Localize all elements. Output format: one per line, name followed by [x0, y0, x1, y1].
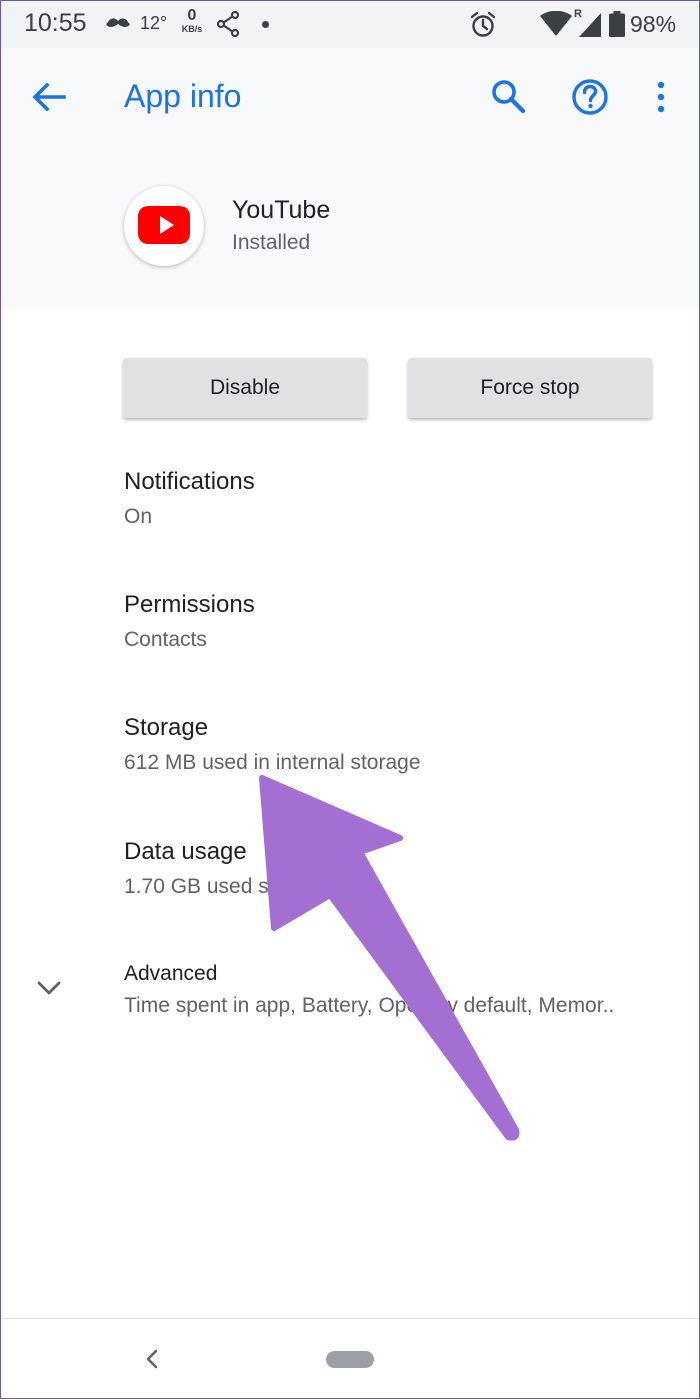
data-usage-title: Data usage: [124, 838, 247, 865]
app-install-status: Installed: [232, 231, 311, 254]
wifi-icon: [540, 11, 572, 36]
storage-setting[interactable]: Storage 612 MB used in internal storage: [124, 714, 684, 775]
notifications-setting[interactable]: Notifications On: [124, 468, 684, 529]
permissions-subtitle: Contacts: [124, 628, 207, 651]
status-time: 10:55: [24, 9, 87, 37]
storage-subtitle: 612 MB used in internal storage: [124, 751, 421, 774]
force-stop-button[interactable]: Force stop: [408, 358, 652, 418]
page-title: App info: [124, 78, 242, 114]
notifications-title: Notifications: [124, 468, 255, 495]
advanced-subtitle: Time spent in app, Battery, Open by defa…: [124, 994, 615, 1017]
advanced-setting[interactable]: Advanced Time spent in app, Battery, Ope…: [124, 962, 684, 1018]
disable-button[interactable]: Disable: [123, 358, 367, 418]
network-speed-value: 0: [187, 7, 197, 24]
nav-back-icon[interactable]: [143, 1347, 161, 1371]
nav-home-pill[interactable]: [326, 1351, 374, 1368]
back-arrow-icon[interactable]: [30, 80, 68, 114]
status-bar: 10:55 12° 0 KB/s R 98%: [0, 0, 700, 48]
signal-icon: [579, 13, 601, 37]
network-speed-unit: KB/s: [181, 24, 203, 34]
status-temperature: 12°: [140, 13, 168, 33]
help-icon[interactable]: [571, 78, 609, 116]
notification-dot-icon: [262, 21, 269, 28]
youtube-icon: [124, 186, 204, 266]
data-usage-setting[interactable]: Data usage 1.70 GB used since Jun 27: [124, 838, 684, 899]
data-usage-subtitle: 1.70 GB used since Jun 27: [124, 875, 377, 898]
mustache-icon: [106, 18, 130, 27]
network-speed: 0 KB/s: [177, 8, 207, 34]
share-icon: [216, 11, 240, 37]
chevron-down-icon[interactable]: [36, 978, 62, 998]
more-vert-icon[interactable]: [648, 78, 674, 116]
advanced-title: Advanced: [124, 962, 218, 985]
permissions-title: Permissions: [124, 591, 255, 618]
permissions-setting[interactable]: Permissions Contacts: [124, 591, 684, 652]
search-icon[interactable]: [490, 78, 528, 116]
battery-percentage: 98%: [630, 11, 677, 37]
battery-icon: [609, 11, 625, 37]
play-icon: [160, 216, 174, 234]
storage-title: Storage: [124, 714, 209, 741]
notifications-subtitle: On: [124, 505, 153, 528]
app-name: YouTube: [232, 196, 331, 224]
navigation-bar: [0, 1318, 700, 1400]
alarm-icon: [470, 11, 496, 37]
